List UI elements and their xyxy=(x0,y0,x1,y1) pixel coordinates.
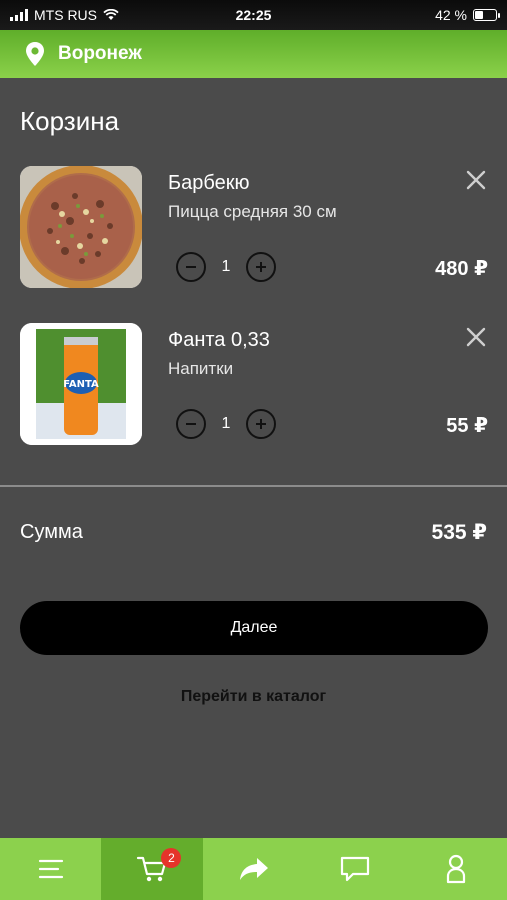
location-pin-icon xyxy=(26,42,44,66)
minus-icon xyxy=(186,266,196,268)
location-header[interactable]: Воронеж xyxy=(0,30,507,78)
status-bar: MTS RUS 22:25 42 % xyxy=(0,0,507,30)
profile-icon xyxy=(447,854,466,884)
item-price: 480 ₽ xyxy=(435,258,488,280)
tab-share[interactable] xyxy=(203,838,304,900)
tab-bar: 2 xyxy=(0,838,507,900)
decrease-button[interactable] xyxy=(176,409,206,439)
plus-icon xyxy=(256,262,266,272)
next-button[interactable]: Далее xyxy=(20,601,488,655)
decrease-button[interactable] xyxy=(176,252,206,282)
carrier-label: MTS RUS xyxy=(34,7,97,23)
quantity-stepper: 1 xyxy=(176,409,276,439)
cart-item-bbq: Барбекю Пицца средняя 30 см 1 480 ₽ xyxy=(20,166,488,290)
item-name: Барбекю xyxy=(168,172,250,194)
pizza-image xyxy=(20,166,142,288)
item-category: Пицца средняя 30 см xyxy=(168,202,337,221)
remove-icon[interactable] xyxy=(464,168,488,192)
share-arrow-icon xyxy=(239,858,268,880)
tab-cart[interactable]: 2 xyxy=(101,838,203,900)
tab-chat[interactable] xyxy=(304,838,405,900)
cart-item-fanta: FANTA Фанта 0,33 Напитки 1 55 ₽ xyxy=(20,323,488,447)
svg-text:FANTA: FANTA xyxy=(63,379,99,390)
sum-label: Сумма xyxy=(20,521,83,543)
city-name: Воронеж xyxy=(58,43,142,64)
chat-icon xyxy=(340,856,370,882)
page-title: Корзина xyxy=(20,106,120,136)
cart-screen: Корзина Барбекю Пицца средняя 30 см 1 48… xyxy=(0,78,507,840)
tab-profile[interactable] xyxy=(406,838,507,900)
sum-value: 535 ₽ xyxy=(431,521,487,544)
cart-count-badge: 2 xyxy=(161,848,182,868)
divider xyxy=(0,485,507,487)
item-name: Фанта 0,33 xyxy=(168,329,270,351)
plus-icon xyxy=(256,419,266,429)
fanta-image: FANTA xyxy=(20,323,142,445)
battery-icon xyxy=(473,9,500,21)
tab-menu[interactable] xyxy=(0,838,101,900)
go-to-catalog-link[interactable]: Перейти в каталог xyxy=(0,688,507,706)
menu-icon xyxy=(38,859,63,879)
quantity-stepper: 1 xyxy=(176,252,276,282)
battery-percent: 42 % xyxy=(435,7,467,23)
increase-button[interactable] xyxy=(246,409,276,439)
wifi-icon xyxy=(103,9,119,20)
minus-icon xyxy=(186,423,196,425)
quantity-value: 1 xyxy=(221,415,231,432)
quantity-value: 1 xyxy=(221,258,231,275)
item-category: Напитки xyxy=(168,359,234,378)
signal-icon xyxy=(10,9,28,21)
item-price: 55 ₽ xyxy=(446,415,488,437)
increase-button[interactable] xyxy=(246,252,276,282)
remove-icon[interactable] xyxy=(464,325,488,349)
